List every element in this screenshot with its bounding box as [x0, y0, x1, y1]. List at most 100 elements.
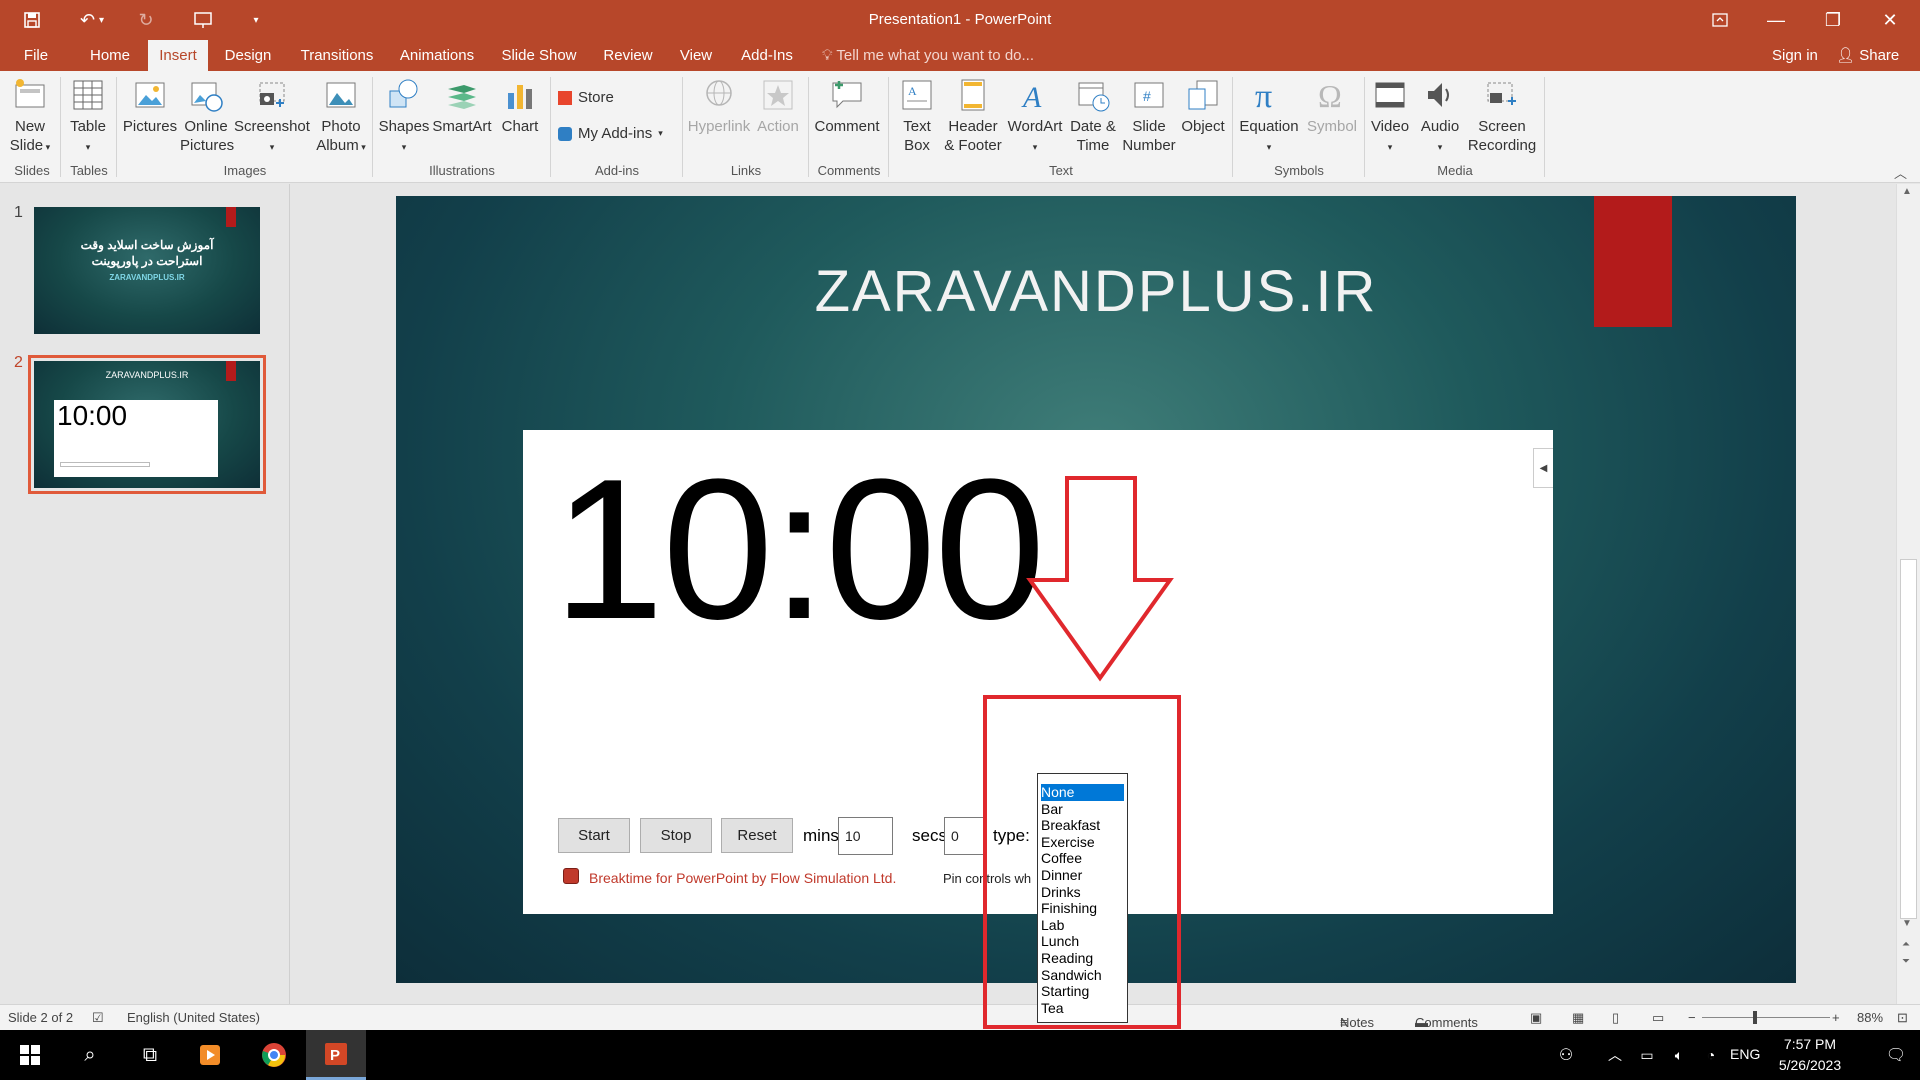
tab-home[interactable]: Home: [80, 40, 140, 71]
notifications-icon[interactable]: 🗨︎: [1872, 1030, 1920, 1080]
tab-animations[interactable]: Animations: [392, 40, 482, 71]
secs-input[interactable]: 0: [944, 817, 984, 855]
close-icon[interactable]: ✕: [1862, 0, 1918, 40]
new-slide-button[interactable]: New Slide ▾: [8, 77, 52, 157]
show-hidden-icons[interactable]: ︿: [1600, 1030, 1630, 1080]
tab-insert[interactable]: Insert: [148, 40, 208, 71]
screenshot-button[interactable]: Screenshot ▾: [234, 77, 310, 157]
tab-design[interactable]: Design: [216, 40, 280, 71]
language-indicator-taskbar[interactable]: ENG: [1730, 1046, 1760, 1062]
vertical-scrollbar[interactable]: ▲ ▼ ⏶ ⏷: [1896, 184, 1920, 1004]
type-option[interactable]: Drinks: [1041, 884, 1124, 901]
customize-qat-icon[interactable]: ▾: [246, 6, 266, 34]
share-button[interactable]: 👤︎ Share: [1836, 40, 1899, 71]
type-option[interactable]: Lab: [1041, 917, 1124, 934]
pin-controls-checkbox-label[interactable]: Pin controls wh: [943, 871, 1031, 886]
object-button[interactable]: Object: [1178, 77, 1228, 136]
zoom-out-icon[interactable]: −: [1688, 1010, 1696, 1025]
zoom-level[interactable]: 88%: [1857, 1010, 1883, 1025]
previous-slide-icon[interactable]: ⏶: [1902, 939, 1910, 950]
collapse-ribbon-icon[interactable]: ︿: [1894, 163, 1907, 182]
symbol-button[interactable]: Ω Symbol: [1304, 77, 1360, 136]
action-button[interactable]: Action: [752, 77, 804, 136]
my-add-ins-button[interactable]: My Add-ins ▾: [558, 125, 663, 142]
slide-show-icon[interactable]: ▭: [1652, 1010, 1664, 1026]
powerpoint-taskbar-icon[interactable]: P: [306, 1030, 366, 1080]
search-icon[interactable]: ⌕: [60, 1030, 120, 1080]
hyperlink-button[interactable]: Hyperlink: [686, 77, 752, 136]
volume-icon[interactable]: 🔈︎: [1664, 1030, 1694, 1080]
type-dropdown-list[interactable]: None Bar Breakfast Exercise Coffee Dinne…: [1037, 773, 1128, 1023]
restore-icon[interactable]: ❐: [1805, 0, 1861, 40]
photo-album-button[interactable]: Photo Album ▾: [314, 77, 368, 157]
next-slide-icon[interactable]: ⏷: [1902, 956, 1910, 967]
collapse-panel-icon[interactable]: ◀: [1533, 448, 1553, 488]
tab-file[interactable]: File: [10, 40, 62, 71]
audio-button[interactable]: Audio ▾: [1418, 77, 1462, 157]
screen-recording-button[interactable]: Screen Recording: [1466, 77, 1538, 155]
presentation-start-icon[interactable]: [188, 6, 218, 34]
tab-slide-show[interactable]: Slide Show: [494, 40, 584, 71]
normal-view-icon[interactable]: ▣: [1530, 1010, 1542, 1026]
slide-thumbnail-1[interactable]: آموزش ساخت اسلاید وقت استراحت در پاورپوی…: [34, 207, 260, 334]
date-time-button[interactable]: Date & Time: [1066, 77, 1120, 155]
smartart-button[interactable]: SmartArt: [432, 77, 492, 136]
pictures-button[interactable]: Pictures: [122, 77, 178, 136]
people-icon[interactable]: ⚇: [1546, 1030, 1586, 1080]
reading-view-icon[interactable]: ▯: [1612, 1010, 1619, 1026]
minimize-icon[interactable]: —: [1748, 0, 1804, 40]
tab-transitions[interactable]: Transitions: [292, 40, 382, 71]
type-option[interactable]: Sandwich: [1041, 967, 1124, 984]
zoom-slider[interactable]: [1702, 1017, 1830, 1018]
chart-button[interactable]: Chart: [496, 77, 544, 136]
type-option[interactable]: Reading: [1041, 950, 1124, 967]
video-button[interactable]: Video ▾: [1368, 77, 1412, 157]
tab-review[interactable]: Review: [596, 40, 660, 71]
type-option[interactable]: Finishing: [1041, 900, 1124, 917]
scroll-up-icon[interactable]: ▲: [1902, 186, 1912, 197]
zoom-slider-thumb[interactable]: [1753, 1011, 1757, 1024]
shapes-button[interactable]: Shapes ▾: [378, 77, 430, 157]
mins-input[interactable]: 10: [838, 817, 893, 855]
tell-me-search[interactable]: 💡︎ Tell me what you want to do...: [822, 40, 1034, 71]
battery-icon[interactable]: ▭: [1632, 1030, 1662, 1080]
sign-in-link[interactable]: Sign in: [1772, 40, 1818, 71]
slide-number-button[interactable]: # Slide Number: [1122, 77, 1176, 155]
stop-button[interactable]: Stop: [640, 818, 712, 853]
fit-slide-icon[interactable]: ⊡: [1897, 1010, 1908, 1026]
zoom-in-icon[interactable]: +: [1832, 1010, 1840, 1025]
chrome-icon[interactable]: [244, 1030, 304, 1080]
slide-title[interactable]: ZARAVANDPLUS.IR: [396, 258, 1796, 325]
tab-view[interactable]: View: [670, 40, 722, 71]
slide-thumbnail-2[interactable]: ZARAVANDPLUS.IR 10:00: [28, 355, 266, 494]
slide-sorter-icon[interactable]: ▦: [1572, 1010, 1584, 1026]
redo-icon[interactable]: ↻: [132, 6, 160, 34]
task-view-icon[interactable]: ⧉: [120, 1030, 180, 1080]
spell-check-icon[interactable]: ☑: [92, 1010, 104, 1026]
ribbon-display-icon[interactable]: [1692, 0, 1748, 40]
wordart-button[interactable]: A WordArt ▾: [1004, 77, 1066, 157]
type-option[interactable]: None: [1041, 784, 1124, 801]
text-box-button[interactable]: A Text Box: [894, 77, 940, 155]
online-pictures-button[interactable]: Online Pictures: [180, 77, 234, 155]
type-option[interactable]: Tea: [1041, 1000, 1124, 1017]
scroll-thumb[interactable]: [1900, 559, 1917, 919]
header-footer-button[interactable]: Header & Footer: [944, 77, 1002, 155]
type-option[interactable]: Dinner: [1041, 867, 1124, 884]
table-button[interactable]: Table ▾: [66, 77, 110, 157]
media-player-icon[interactable]: [180, 1030, 240, 1080]
type-option[interactable]: Breakfast: [1041, 817, 1124, 834]
save-icon[interactable]: [18, 6, 46, 34]
start-button[interactable]: Start: [558, 818, 630, 853]
breaktime-credit-link[interactable]: Breaktime for PowerPoint by Flow Simulat…: [589, 870, 896, 886]
system-clock[interactable]: 7:57 PM 5/26/2023: [1760, 1034, 1860, 1076]
type-option[interactable]: Starting: [1041, 983, 1124, 1000]
language-indicator[interactable]: English (United States): [127, 1010, 260, 1025]
type-option[interactable]: Lunch: [1041, 933, 1124, 950]
type-option[interactable]: Exercise: [1041, 834, 1124, 851]
type-option[interactable]: Coffee: [1041, 850, 1124, 867]
type-option[interactable]: Bar: [1041, 801, 1124, 818]
reset-button[interactable]: Reset: [721, 818, 793, 853]
scroll-down-icon[interactable]: ▼: [1902, 918, 1912, 929]
comment-button[interactable]: Comment: [812, 77, 882, 136]
